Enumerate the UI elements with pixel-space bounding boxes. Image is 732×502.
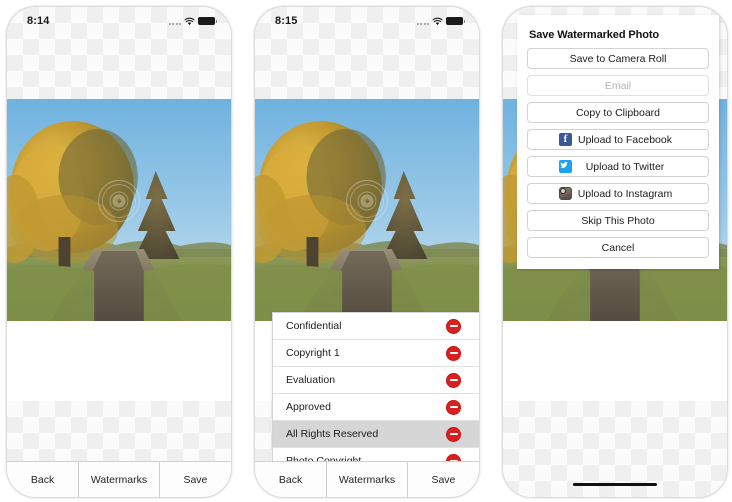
instagram-icon bbox=[559, 187, 572, 200]
upload-to-twitter-label: Upload to Twitter bbox=[585, 160, 665, 173]
watermark-name: Evaluation bbox=[286, 374, 336, 386]
screenshot-canvas: 8:14 © Back Watermarks Save 8:15 © Confi… bbox=[0, 0, 732, 502]
bottom-toolbar: Back Watermarks Save bbox=[255, 461, 479, 497]
phone-mockup-1: 8:14 © Back Watermarks Save bbox=[6, 6, 232, 498]
transparency-checkerboard-top bbox=[7, 7, 231, 99]
minus-circle-icon[interactable] bbox=[446, 372, 461, 388]
minus-circle-icon[interactable] bbox=[446, 345, 461, 361]
twitter-icon bbox=[559, 160, 572, 173]
list-item[interactable]: Copyright 1 bbox=[273, 340, 479, 367]
minus-circle-icon[interactable] bbox=[446, 399, 461, 415]
phone-1-screen: 8:14 © Back Watermarks Save bbox=[7, 7, 231, 497]
home-indicator bbox=[573, 482, 657, 486]
upload-to-instagram-label: Upload to Instagram bbox=[577, 187, 673, 200]
watermark-name: All Rights Reserved bbox=[286, 428, 379, 440]
copy-to-clipboard-button[interactable]: Copy to Clipboard bbox=[527, 102, 709, 123]
transparency-checkerboard-top bbox=[255, 7, 479, 99]
watermarks-button[interactable]: Watermarks bbox=[78, 462, 159, 497]
watermark-list[interactable]: Confidential Copyright 1 Evaluation Appr… bbox=[272, 312, 479, 461]
save-button[interactable]: Save bbox=[158, 462, 231, 497]
facebook-icon: f bbox=[559, 133, 572, 146]
cancel-button[interactable]: Cancel bbox=[527, 237, 709, 258]
dialog-title: Save Watermarked Photo bbox=[529, 29, 660, 41]
list-item[interactable]: Confidential bbox=[273, 313, 479, 340]
list-item[interactable]: Evaluation bbox=[273, 367, 479, 394]
email-button[interactable]: Email bbox=[527, 75, 709, 96]
list-item-selected[interactable]: All Rights Reserved bbox=[273, 421, 479, 448]
watermark-name: Copyright 1 bbox=[286, 347, 340, 359]
phone-mockup-3: 8:15 bbox=[502, 6, 728, 498]
watermark-name: Confidential bbox=[286, 320, 342, 332]
watermarks-button[interactable]: Watermarks bbox=[326, 462, 407, 497]
save-button[interactable]: Save bbox=[406, 462, 479, 497]
bottom-toolbar: Back Watermarks Save bbox=[7, 461, 231, 497]
phone-mockup-2: 8:15 © Confidential Copyright 1 Evaluati… bbox=[254, 6, 480, 498]
watermark-name: Approved bbox=[286, 401, 331, 413]
phone-2-screen: 8:15 © Confidential Copyright 1 Evaluati… bbox=[255, 7, 479, 497]
phone-3-screen: 8:15 bbox=[503, 7, 727, 497]
watermarked-photo bbox=[7, 99, 231, 321]
list-item[interactable]: Photo Copyright bbox=[273, 448, 479, 461]
minus-circle-icon[interactable] bbox=[446, 453, 461, 461]
skip-this-photo-button[interactable]: Skip This Photo bbox=[527, 210, 709, 231]
minus-circle-icon[interactable] bbox=[446, 318, 461, 334]
save-to-camera-roll-button[interactable]: Save to Camera Roll bbox=[527, 48, 709, 69]
upload-to-facebook-button[interactable]: f Upload to Facebook bbox=[527, 129, 709, 150]
list-item[interactable]: Approved bbox=[273, 394, 479, 421]
back-button[interactable]: Back bbox=[255, 462, 326, 497]
upload-to-twitter-button[interactable]: Upload to Twitter bbox=[527, 156, 709, 177]
save-watermarked-photo-dialog: Save Watermarked Photo Save to Camera Ro… bbox=[517, 15, 719, 269]
watermarks-button-label: Watermarks bbox=[90, 473, 148, 486]
upload-to-instagram-button[interactable]: Upload to Instagram bbox=[527, 183, 709, 204]
back-button[interactable]: Back bbox=[7, 462, 78, 497]
minus-circle-icon[interactable] bbox=[446, 426, 461, 442]
watermarked-photo bbox=[255, 99, 479, 321]
upload-to-facebook-label: Upload to Facebook bbox=[578, 133, 672, 146]
watermarks-button-label: Watermarks bbox=[338, 473, 396, 486]
